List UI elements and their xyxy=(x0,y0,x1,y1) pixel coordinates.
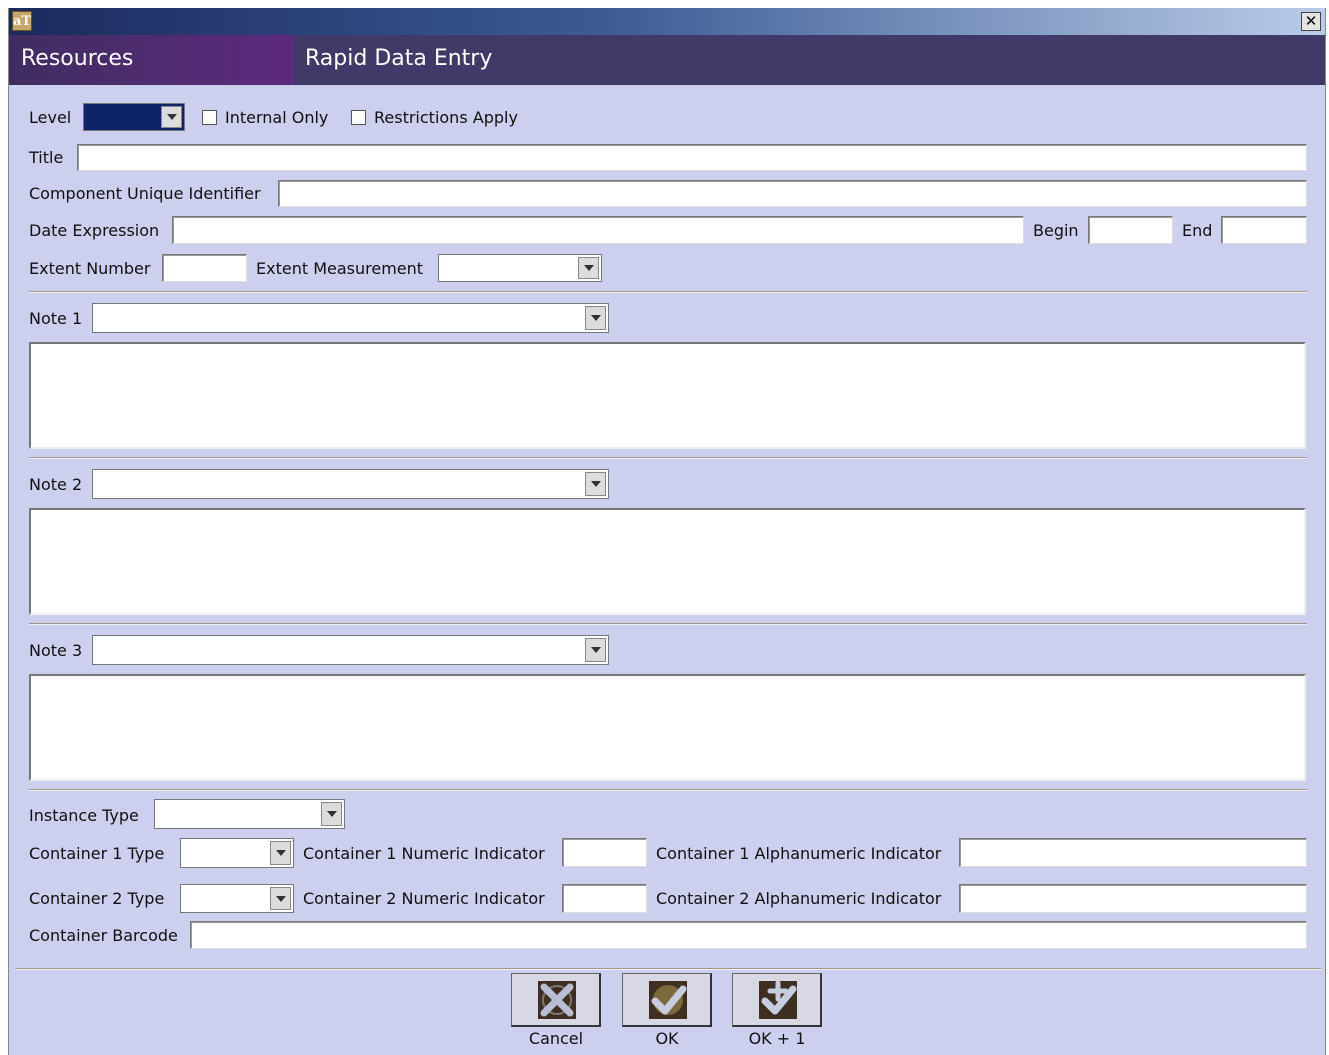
extent-measurement-select[interactable] xyxy=(438,254,602,282)
container-1-type-label: Container 1 Type xyxy=(29,844,165,863)
module-title: Resources xyxy=(21,46,134,71)
begin-label: Begin xyxy=(1033,221,1079,240)
extent-measurement-label: Extent Measurement xyxy=(256,259,424,278)
chevron-down-icon[interactable] xyxy=(585,638,606,662)
container-2-alphanumeric-input[interactable] xyxy=(959,884,1307,913)
rapid-data-entry-window: aT ✕ Resources Rapid Data Entry Level In… xyxy=(8,8,1326,1055)
chevron-down-icon[interactable] xyxy=(161,106,182,128)
ok-button[interactable] xyxy=(622,973,712,1027)
level-select[interactable] xyxy=(83,103,185,131)
footer-divider xyxy=(15,968,1321,970)
ok-plus-one-button-label: OK + 1 xyxy=(748,1029,806,1048)
container-1-alphanumeric-input[interactable] xyxy=(959,838,1307,867)
checkmark-plus-icon xyxy=(759,980,797,1019)
begin-date-input[interactable] xyxy=(1088,216,1173,244)
title-input[interactable] xyxy=(77,144,1307,171)
container-barcode-label: Container Barcode xyxy=(29,926,178,945)
restrictions-apply-label: Restrictions Apply xyxy=(374,108,518,127)
section-divider xyxy=(29,457,1307,459)
container-1-numeric-input[interactable] xyxy=(562,838,647,867)
ok-button-label: OK xyxy=(655,1029,679,1048)
instance-type-label: Instance Type xyxy=(29,806,139,825)
section-divider xyxy=(29,623,1307,625)
container-barcode-input[interactable] xyxy=(190,921,1307,949)
checkmark-icon xyxy=(649,981,687,1019)
note-2-type-select[interactable] xyxy=(92,469,609,499)
note-1-label: Note 1 xyxy=(29,309,83,328)
note-1-type-select[interactable] xyxy=(92,303,609,333)
component-unique-identifier-input[interactable] xyxy=(278,180,1307,207)
chevron-down-icon[interactable] xyxy=(270,887,291,910)
dialog-title: Rapid Data Entry xyxy=(305,46,493,71)
section-divider xyxy=(29,789,1307,791)
end-date-input[interactable] xyxy=(1221,216,1307,244)
chevron-down-icon[interactable] xyxy=(585,472,606,496)
chevron-down-icon[interactable] xyxy=(585,306,606,330)
container-1-alphanumeric-label: Container 1 Alphanumeric Indicator xyxy=(656,844,942,863)
cancel-button[interactable] xyxy=(511,973,601,1027)
cancel-x-icon xyxy=(538,981,576,1019)
container-1-numeric-label: Container 1 Numeric Indicator xyxy=(303,844,545,863)
note-3-label: Note 3 xyxy=(29,641,83,660)
dialog-header: Resources Rapid Data Entry xyxy=(9,35,1325,85)
cancel-button-label: Cancel xyxy=(528,1029,584,1048)
chevron-down-icon[interactable] xyxy=(578,257,599,279)
close-window-button[interactable]: ✕ xyxy=(1301,12,1321,31)
level-label: Level xyxy=(29,108,72,127)
container-2-alphanumeric-label: Container 2 Alphanumeric Indicator xyxy=(656,889,942,908)
internal-only-label: Internal Only xyxy=(225,108,329,127)
note-2-label: Note 2 xyxy=(29,475,83,494)
date-expression-label: Date Expression xyxy=(29,221,160,240)
date-expression-input[interactable] xyxy=(172,216,1024,244)
window-titlebar[interactable]: aT ✕ xyxy=(9,8,1325,35)
ok-plus-one-button[interactable] xyxy=(732,973,822,1027)
container-2-numeric-label: Container 2 Numeric Indicator xyxy=(303,889,545,908)
end-label: End xyxy=(1182,221,1213,240)
container-1-type-select[interactable] xyxy=(180,838,294,868)
restrictions-apply-checkbox[interactable] xyxy=(351,110,366,125)
title-label: Title xyxy=(29,148,64,167)
section-divider xyxy=(29,291,1307,293)
extent-number-label: Extent Number xyxy=(29,259,151,278)
container-2-type-select[interactable] xyxy=(180,884,294,913)
app-logo-icon: aT xyxy=(12,11,32,31)
component-unique-identifier-label: Component Unique Identifier xyxy=(29,184,261,203)
note-2-textarea[interactable] xyxy=(29,508,1306,615)
extent-number-input[interactable] xyxy=(162,254,247,282)
container-2-numeric-input[interactable] xyxy=(562,884,647,913)
note-3-textarea[interactable] xyxy=(29,674,1306,781)
chevron-down-icon[interactable] xyxy=(270,841,291,865)
note-3-type-select[interactable] xyxy=(92,635,609,665)
chevron-down-icon[interactable] xyxy=(321,802,342,826)
container-2-type-label: Container 2 Type xyxy=(29,889,165,908)
note-1-textarea[interactable] xyxy=(29,342,1306,449)
instance-type-select[interactable] xyxy=(154,799,345,829)
internal-only-checkbox[interactable] xyxy=(202,110,217,125)
